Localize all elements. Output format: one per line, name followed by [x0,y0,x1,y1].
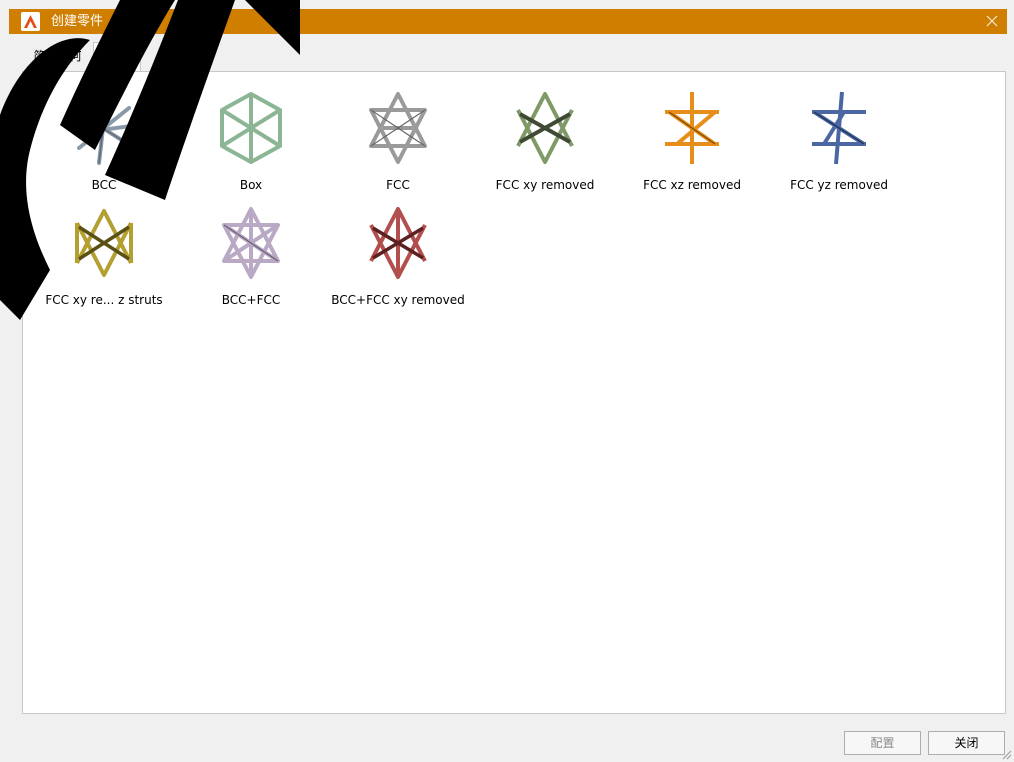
fcc-yz-removed-icon [812,91,866,165]
lattice-label: BCC+FCC xy removed [331,293,465,307]
lattice-item-bcc-fcc-xy-removed[interactable]: BCC+FCC xy removed [323,197,473,307]
config-button[interactable]: 配置 [844,731,921,755]
lattice-item-fcc-xy-removed-z-struts[interactable]: FCC xy re... z struts [29,197,179,307]
lattice-label: FCC xz removed [643,178,741,192]
lattice-label: FCC xy re... z struts [45,293,163,307]
tab-simple-geometry[interactable]: 简单几何 [22,42,93,70]
lattice-label: FCC xy removed [495,178,595,192]
fcc-xy-removed-icon [516,92,574,164]
lattice-label: Box [239,178,263,192]
lattice-item-fcc-yz-removed[interactable]: FCC yz removed [764,82,914,192]
close-icon[interactable] [982,11,1002,31]
bcc-fcc-xy-removed-icon [369,207,427,279]
window-title: 创建零件 [51,14,104,29]
fcc-xy-removed-z-struts-icon [75,209,133,277]
box-lattice-icon [220,92,282,164]
bcc-fcc-lattice-icon [222,207,280,279]
lattice-label: BCC [91,178,117,192]
fcc-lattice-icon [369,92,427,164]
app-logo-icon [21,12,40,31]
bcc-lattice-icon [77,91,133,165]
title-bar: 创建零件 [9,9,1007,34]
lattice-item-fcc-xy-removed[interactable]: FCC xy removed [470,82,620,192]
lattice-label: FCC [386,178,410,192]
tab-lattice[interactable]: 晶格 [93,42,141,72]
lattice-item-fcc[interactable]: FCC [323,82,473,192]
lattice-item-bcc[interactable]: BCC [29,82,179,192]
lattice-item-box[interactable]: Box [176,82,326,192]
lattice-gallery: BCC Box FCC FCC xy removed FCC xz remove… [22,71,1006,714]
tab-bar: 简单几何 晶格 [22,42,422,72]
fcc-xz-removed-icon [665,92,719,164]
lattice-item-fcc-xz-removed[interactable]: FCC xz removed [617,82,767,192]
resize-grip-icon[interactable] [1000,748,1012,760]
lattice-label: BCC+FCC [221,293,281,307]
lattice-item-bcc-fcc[interactable]: BCC+FCC [176,197,326,307]
close-button[interactable]: 关闭 [928,731,1005,755]
lattice-label: FCC yz removed [790,178,888,192]
